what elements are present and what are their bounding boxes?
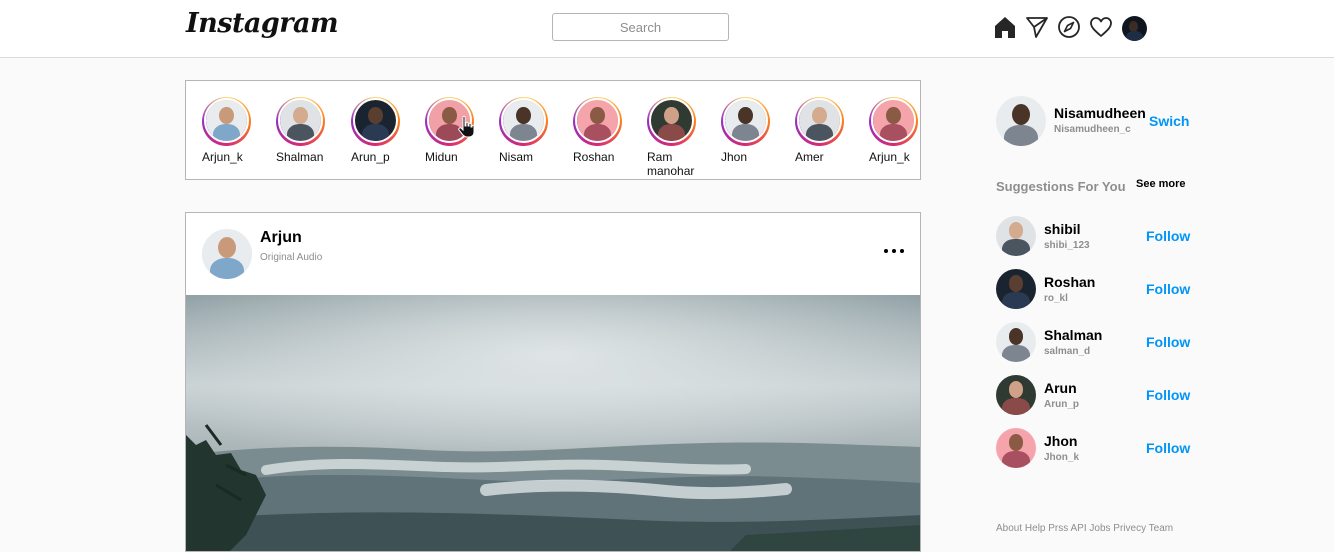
see-more-link[interactable]: See more (1136, 178, 1186, 190)
suggestion-item: Jhon Jhon_k Follow (996, 428, 1196, 468)
suggestion-handle: salman_d (1044, 346, 1091, 357)
explore-icon[interactable] (1057, 15, 1081, 39)
follow-button[interactable]: Follow (1146, 228, 1190, 244)
suggestion-avatar[interactable] (996, 428, 1036, 468)
follow-button[interactable]: Follow (1146, 281, 1190, 297)
footer-links[interactable]: About Help Prss API Jobs Privecy Team (996, 523, 1173, 534)
avatar (799, 100, 840, 141)
story-ring (499, 97, 548, 146)
feed-post: Arjun Original Audio (185, 212, 921, 552)
avatar (996, 269, 1036, 309)
story-ring (721, 97, 770, 146)
current-user-name[interactable]: Nisamudheen (1054, 105, 1146, 121)
suggestion-avatar[interactable] (996, 375, 1036, 415)
avatar (996, 322, 1036, 362)
story-item[interactable]: Arjun_k (869, 97, 939, 164)
story-label: Arjun_k (202, 150, 243, 164)
switch-account-button[interactable]: Swich (1149, 113, 1189, 129)
story-item[interactable]: Ram manohar (647, 97, 717, 178)
story-item[interactable]: Amer (795, 97, 865, 164)
story-label: Arun_p (351, 150, 390, 164)
story-label: Jhon (721, 150, 748, 164)
send-icon[interactable] (1025, 15, 1049, 39)
story-item[interactable]: Arun_p (351, 97, 421, 164)
avatar (280, 100, 321, 141)
story-label: Roshan (573, 150, 615, 164)
story-ring (202, 97, 251, 146)
suggestion-item: shibil shibi_123 Follow (996, 216, 1196, 256)
avatar (202, 229, 252, 279)
profile-avatar[interactable] (1122, 16, 1147, 41)
post-audio-label[interactable]: Original Audio (260, 252, 322, 263)
story-ring (647, 97, 696, 146)
suggestion-handle: shibi_123 (1044, 240, 1090, 251)
story-item[interactable]: Nisam (499, 97, 569, 164)
avatar (996, 428, 1036, 468)
search-input[interactable] (552, 13, 729, 41)
avatar (996, 216, 1036, 256)
story-ring (276, 97, 325, 146)
top-navigation-bar: Instagram (0, 0, 1334, 58)
story-ring (795, 97, 844, 146)
post-image[interactable] (186, 295, 920, 551)
avatar (503, 100, 544, 141)
suggestion-avatar[interactable] (996, 269, 1036, 309)
post-author-name[interactable]: Arjun (260, 229, 302, 247)
suggestion-item: Arun Arun_p Follow (996, 375, 1196, 415)
suggestion-name[interactable]: Roshan (1044, 274, 1095, 290)
story-label: Ram manohar (647, 150, 695, 178)
avatar (873, 100, 914, 141)
post-author-avatar[interactable] (202, 229, 252, 279)
story-item[interactable]: Roshan (573, 97, 643, 164)
hand-cursor-icon (456, 115, 478, 139)
suggestion-handle: Jhon_k (1044, 452, 1080, 463)
suggestion-name[interactable]: Arun (1044, 380, 1077, 396)
follow-button[interactable]: Follow (1146, 440, 1190, 456)
profile-avatar-image (1122, 16, 1147, 41)
home-icon[interactable] (993, 15, 1017, 39)
stories-bar: Arjun_k Shalman Arun_p Midun Nisam Rosha… (185, 80, 921, 180)
story-label: Arjun_k (869, 150, 910, 164)
suggestions-heading: Suggestions For You (996, 179, 1126, 194)
story-ring (351, 97, 400, 146)
more-options-icon[interactable] (882, 243, 906, 259)
story-item[interactable]: Shalman (276, 97, 346, 164)
story-item[interactable]: Jhon (721, 97, 791, 164)
suggestion-name[interactable]: Shalman (1044, 327, 1102, 343)
follow-button[interactable]: Follow (1146, 334, 1190, 350)
suggestion-item: Roshan ro_kl Follow (996, 269, 1196, 309)
current-user-handle: Nisamudheen_c (1054, 124, 1131, 135)
suggestion-avatar[interactable] (996, 216, 1036, 256)
follow-button[interactable]: Follow (1146, 387, 1190, 403)
avatar (206, 100, 247, 141)
suggestion-name[interactable]: Jhon (1044, 433, 1077, 449)
heart-icon[interactable] (1089, 15, 1113, 39)
suggestion-item: Shalman salman_d Follow (996, 322, 1196, 362)
avatar (725, 100, 766, 141)
current-user-avatar[interactable] (996, 96, 1046, 146)
suggestion-handle: Arun_p (1044, 399, 1079, 410)
avatar (355, 100, 396, 141)
suggestion-avatar[interactable] (996, 322, 1036, 362)
story-label: Shalman (276, 150, 324, 164)
avatar (996, 96, 1046, 146)
avatar (577, 100, 618, 141)
story-ring (869, 97, 918, 146)
story-label: Amer (795, 150, 824, 164)
suggestion-handle: ro_kl (1044, 293, 1068, 304)
avatar (651, 100, 692, 141)
story-label: Midun (425, 150, 458, 164)
story-ring (573, 97, 622, 146)
suggestion-name[interactable]: shibil (1044, 221, 1081, 237)
story-item[interactable]: Arjun_k (202, 97, 272, 164)
story-label: Nisam (499, 150, 534, 164)
avatar (996, 375, 1036, 415)
instagram-logo[interactable]: Instagram (186, 8, 339, 39)
